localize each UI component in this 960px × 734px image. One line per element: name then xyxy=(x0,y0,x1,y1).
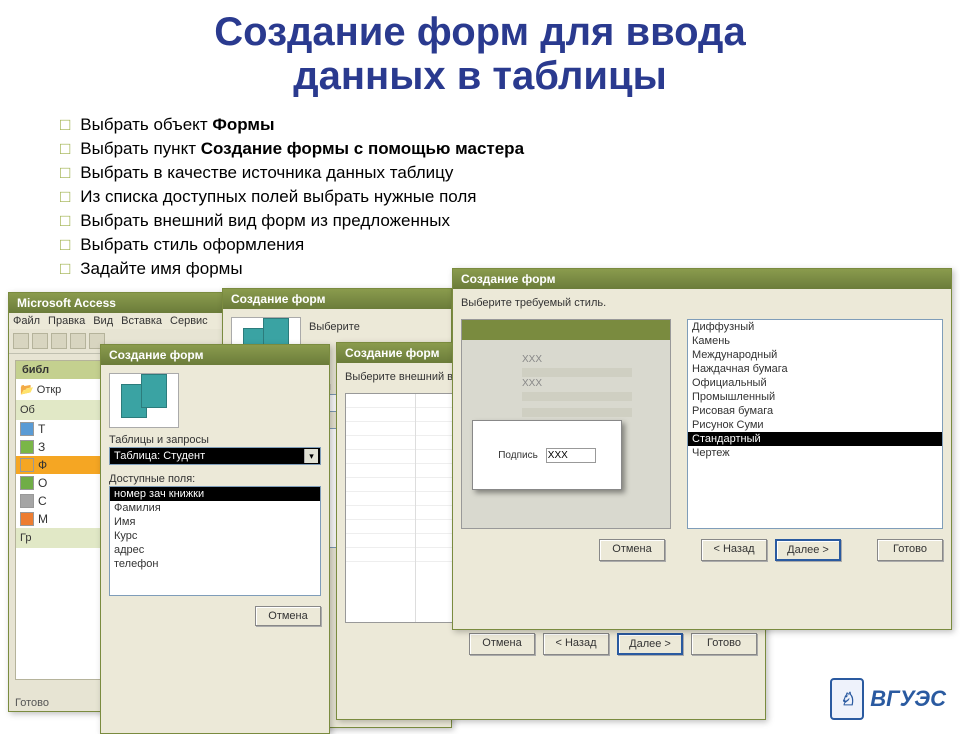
instruction-list: Выбрать объект ФормыВыбрать пункт Создан… xyxy=(0,113,960,281)
preview-caption-label: Подпись xyxy=(498,450,538,461)
available-fields-list[interactable]: номер зач книжкиФамилияИмяКурсадрестелеф… xyxy=(109,486,321,596)
table-select-combo[interactable]: Таблица: Студент ▾ xyxy=(109,447,321,465)
access-title: Microsoft Access xyxy=(17,296,116,310)
cancel-button[interactable]: Отмена xyxy=(599,539,665,561)
access-status-bar: Готово xyxy=(15,697,49,709)
style-list[interactable]: ДиффузныйКаменьМеждународныйНаждачная бу… xyxy=(687,319,943,529)
title-line1: Создание форм для ввода xyxy=(214,10,745,54)
instruction-item: Выбрать стиль оформления xyxy=(60,233,960,257)
menu-item[interactable]: Сервис xyxy=(170,315,208,327)
wizard4-titlebar: Создание форм xyxy=(453,269,951,289)
field-list-item[interactable]: Курс xyxy=(110,529,320,543)
wizard4-prompt: Выберите требуемый стиль. xyxy=(461,297,943,309)
wizard-fields-window: Создание форм Таблицы и запросы Таблица:… xyxy=(100,344,330,734)
toolbar-icon[interactable] xyxy=(51,333,67,349)
toolbar-icon[interactable] xyxy=(70,333,86,349)
wizard-style-window: Создание форм Выберите требуемый стиль. … xyxy=(452,268,952,630)
style-preview-popup: Подпись xyxy=(472,420,622,490)
logo-text: ВГУЭС xyxy=(870,686,946,712)
cancel-button[interactable]: Отмена xyxy=(255,606,321,626)
cancel-button[interactable]: Отмена xyxy=(469,633,535,655)
wizard2-titlebar: Создание форм xyxy=(223,289,451,309)
wizard1-titlebar: Создание форм xyxy=(101,345,329,365)
instruction-item: Выбрать в качестве источника данных табл… xyxy=(60,161,960,185)
university-logo: ♘ ВГУЭС xyxy=(830,678,946,720)
style-list-item[interactable]: Камень xyxy=(688,334,942,348)
next-button[interactable]: Далее > xyxy=(775,539,841,561)
style-list-item[interactable]: Международный xyxy=(688,348,942,362)
style-list-item[interactable]: Рисовая бумага xyxy=(688,404,942,418)
style-list-item[interactable]: Наждачная бумага xyxy=(688,362,942,376)
tables-queries-label: Таблицы и запросы xyxy=(109,434,321,446)
toolbar-icon[interactable] xyxy=(32,333,48,349)
style-list-item[interactable]: Рисунок Суми xyxy=(688,418,942,432)
menu-item[interactable]: Файл xyxy=(13,315,40,327)
finish-button[interactable]: Готово xyxy=(877,539,943,561)
field-list-item[interactable]: Имя xyxy=(110,515,320,529)
style-list-item[interactable]: Чертеж xyxy=(688,446,942,460)
available-fields-label: Доступные поля: xyxy=(109,473,321,485)
field-list-item[interactable]: номер зач книжки xyxy=(110,487,320,501)
style-list-item[interactable]: Диффузный xyxy=(688,320,942,334)
logo-badge-icon: ♘ xyxy=(830,678,864,720)
menu-item[interactable]: Вид xyxy=(93,315,113,327)
style-list-item[interactable]: Промышленный xyxy=(688,390,942,404)
wizard-graphic-icon xyxy=(109,373,179,428)
back-button[interactable]: < Назад xyxy=(701,539,767,561)
instruction-item: Выбрать внешний вид форм из предложенных xyxy=(60,209,960,233)
field-list-item[interactable]: адрес xyxy=(110,543,320,557)
style-list-item[interactable]: Официальный xyxy=(688,376,942,390)
access-titlebar: Microsoft Access xyxy=(9,293,222,313)
title-line2: данных в таблицы xyxy=(293,54,666,98)
style-list-item[interactable]: Стандартный xyxy=(688,432,942,446)
field-list-item[interactable]: Фамилия xyxy=(110,501,320,515)
instruction-item: Выбрать пункт Создание формы с помощью м… xyxy=(60,137,960,161)
field-list-item[interactable]: телефон xyxy=(110,557,320,571)
back-button[interactable]: < Назад xyxy=(543,633,609,655)
instruction-item: Выбрать объект Формы xyxy=(60,113,960,137)
finish-button[interactable]: Готово xyxy=(691,633,757,655)
page-title: Создание форм для ввода данных в таблицы xyxy=(0,10,960,98)
menu-item[interactable]: Правка xyxy=(48,315,85,327)
chevron-down-icon[interactable]: ▾ xyxy=(304,449,318,463)
style-preview: XXX XXX Подпись xyxy=(461,319,671,529)
preview-caption-input[interactable] xyxy=(546,448,596,463)
instruction-item: Из списка доступных полей выбрать нужные… xyxy=(60,185,960,209)
next-button[interactable]: Далее > xyxy=(617,633,683,655)
menu-item[interactable]: Вставка xyxy=(121,315,162,327)
access-menubar[interactable]: Файл Правка Вид Вставка Сервис xyxy=(9,313,222,329)
toolbar-icon[interactable] xyxy=(13,333,29,349)
